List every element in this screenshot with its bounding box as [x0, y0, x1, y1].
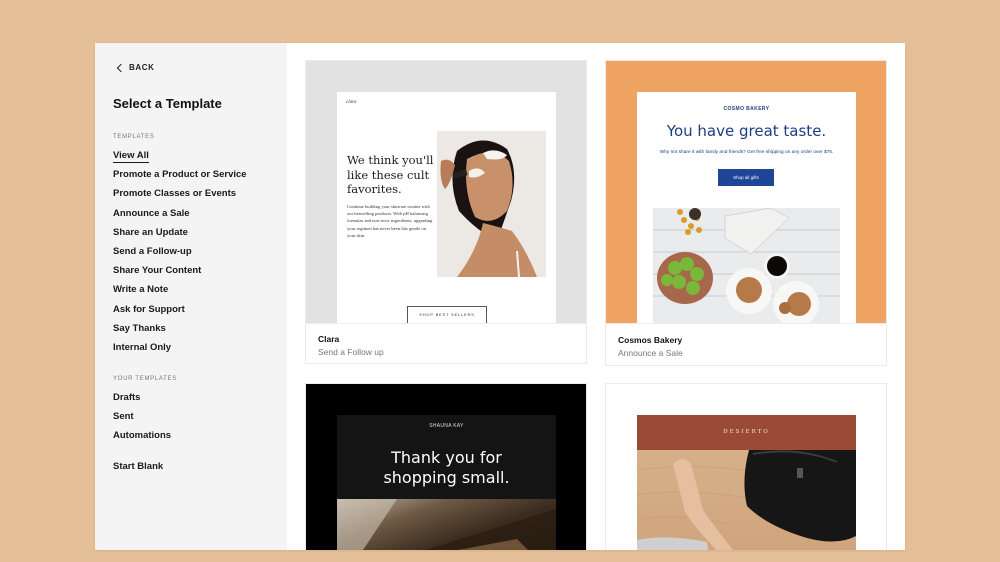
brand-logo: SHAUNA KAY: [429, 423, 464, 429]
card-meta: Cosmos Bakery Announce a Sale: [606, 323, 886, 365]
template-card-shauna-kay[interactable]: SHAUNA KAY Thank you for shopping small.: [305, 383, 587, 550]
template-card-cosmos-bakery[interactable]: COSMO BAKERY You have great taste. Why n…: [605, 60, 887, 366]
email-headline: We think you'll like these cult favorite…: [347, 153, 434, 196]
email-preview: COSMO BAKERY You have great taste. Why n…: [637, 92, 856, 323]
email-headline: Thank you for shopping small.: [337, 448, 556, 488]
back-button[interactable]: BACK: [116, 63, 155, 72]
sidebar-item-sent[interactable]: Sent: [113, 407, 171, 426]
template-preview: clara We think you'll like these cult fa…: [306, 61, 586, 323]
start-blank-nav: Start Blank: [113, 457, 163, 476]
headline-line-1: Thank you for: [391, 448, 502, 467]
headline-line-2: shopping small.: [383, 468, 510, 487]
sidebar: BACK Select a Template TEMPLATES View Al…: [95, 43, 287, 550]
template-name: Cosmos Bakery: [618, 335, 683, 345]
template-card-clara[interactable]: clara We think you'll like these cult fa…: [305, 60, 587, 364]
sidebar-item-promote-classes[interactable]: Promote Classes or Events: [113, 184, 247, 203]
page-title: Select a Template: [113, 96, 222, 111]
sidebar-item-share-content[interactable]: Share Your Content: [113, 261, 247, 280]
your-templates-section-label: YOUR TEMPLATES: [113, 376, 177, 382]
card-meta: Clara Send a Follow up: [306, 323, 586, 363]
template-picker-window: BACK Select a Template TEMPLATES View Al…: [95, 43, 905, 550]
start-blank-button[interactable]: Start Blank: [113, 457, 163, 476]
sidebar-item-drafts[interactable]: Drafts: [113, 388, 171, 407]
shop-best-sellers-button: SHOP BEST SELLERS: [407, 306, 487, 323]
template-preview: SHAUNA KAY Thank you for shopping small.: [306, 384, 586, 550]
template-category: Send a Follow up: [318, 347, 384, 357]
desert-photo: [637, 450, 856, 550]
chevron-left-icon: [116, 63, 126, 72]
product-photo: [337, 499, 556, 550]
email-subtext: Why not share it with family and friends…: [659, 150, 834, 155]
email-preview: DESIERTO: [637, 415, 856, 550]
sidebar-item-share-update[interactable]: Share an Update: [113, 223, 247, 242]
shop-all-gifts-button: Shop all gifts: [718, 169, 774, 186]
model-photo: [437, 131, 546, 277]
your-templates-nav: Drafts Sent Automations: [113, 388, 171, 446]
sidebar-item-say-thanks[interactable]: Say Thanks: [113, 319, 247, 338]
sidebar-item-internal-only[interactable]: Internal Only: [113, 338, 247, 357]
brand-logo: clara: [346, 100, 357, 105]
email-preview: SHAUNA KAY Thank you for shopping small.: [337, 415, 556, 550]
back-label: BACK: [129, 63, 155, 72]
sidebar-item-send-follow-up[interactable]: Send a Follow-up: [113, 242, 247, 261]
brand-logo: DESIERTO: [637, 415, 856, 450]
template-category: Announce a Sale: [618, 348, 683, 358]
bakery-photo: [653, 208, 840, 323]
template-card-desierto[interactable]: DESIERTO: [605, 383, 887, 550]
email-body: Continue building your skincare routine …: [347, 204, 433, 238]
template-name: Clara: [318, 334, 340, 344]
templates-section-label: TEMPLATES: [113, 134, 155, 140]
template-preview: DESIERTO: [606, 384, 886, 550]
brand-logo: COSMO BAKERY: [723, 106, 770, 112]
sidebar-item-write-note[interactable]: Write a Note: [113, 280, 247, 299]
sidebar-item-ask-support[interactable]: Ask for Support: [113, 300, 247, 319]
sidebar-item-view-all[interactable]: View All: [113, 146, 247, 165]
email-headline: You have great taste.: [666, 122, 827, 140]
sidebar-item-promote-product[interactable]: Promote a Product or Service: [113, 165, 247, 184]
templates-nav: View All Promote a Product or Service Pr…: [113, 146, 247, 357]
sidebar-item-announce-sale[interactable]: Announce a Sale: [113, 204, 247, 223]
template-preview: COSMO BAKERY You have great taste. Why n…: [606, 61, 886, 323]
email-preview: clara We think you'll like these cult fa…: [337, 92, 556, 323]
sidebar-item-automations[interactable]: Automations: [113, 426, 171, 445]
